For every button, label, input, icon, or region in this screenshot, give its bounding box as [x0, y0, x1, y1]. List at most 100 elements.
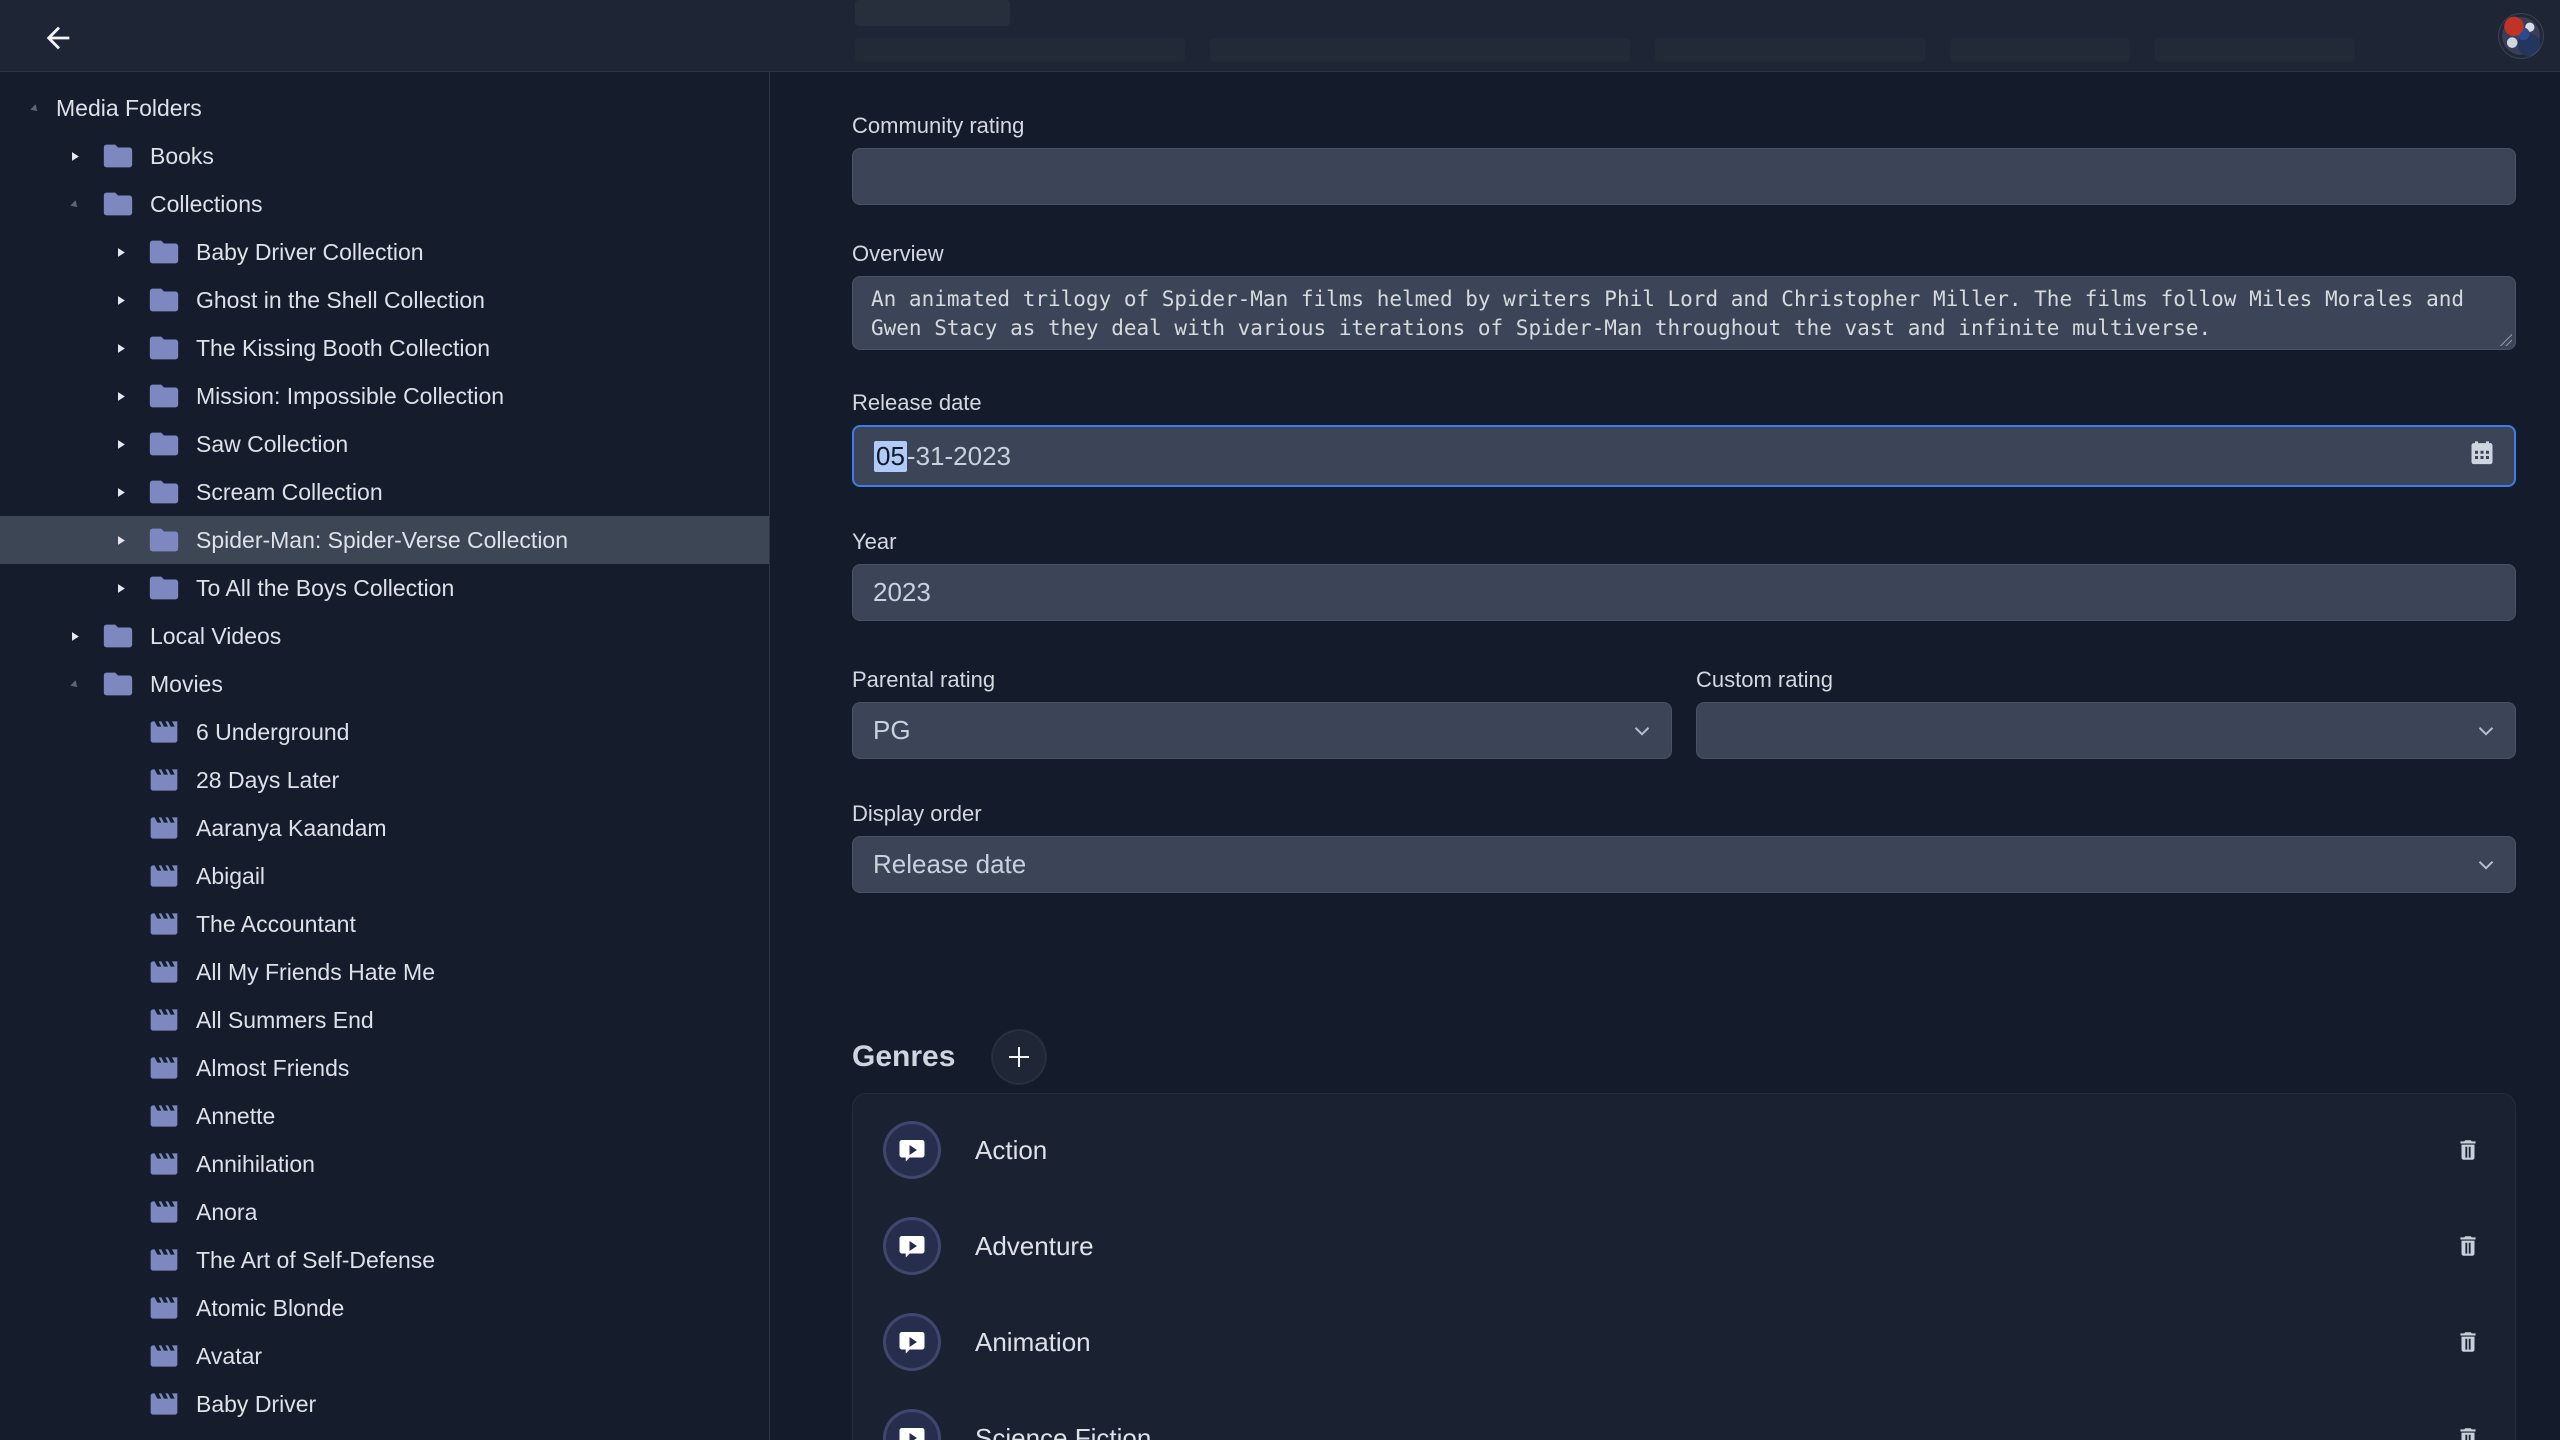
custom-rating-field: Custom rating	[1696, 667, 2516, 759]
tree-item[interactable]: Movies	[0, 660, 769, 708]
tree-item-label: 6 Underground	[196, 719, 349, 746]
tree-item[interactable]: Annette	[0, 1092, 769, 1140]
tree-item[interactable]: Baby Driver	[0, 1380, 769, 1428]
delete-genre-button[interactable]	[2455, 1135, 2481, 1165]
tree-item[interactable]: The Kissing Booth Collection	[0, 324, 769, 372]
ghost-scrolled-text	[1655, 38, 1925, 62]
tree-item[interactable]: To All the Boys Collection	[0, 564, 769, 612]
tree-item[interactable]: Collections	[0, 180, 769, 228]
tree-item-label: Local Videos	[150, 623, 281, 650]
genre-list-item[interactable]: Action	[883, 1102, 2481, 1198]
folder-icon	[146, 522, 182, 558]
movie-icon	[146, 714, 182, 750]
ghost-scrolled-text	[1950, 38, 2130, 62]
genre-avatar	[883, 1121, 941, 1179]
overview-label: Overview	[852, 241, 2516, 267]
tree-item[interactable]: Annihilation	[0, 1140, 769, 1188]
user-avatar-button[interactable]	[2498, 13, 2544, 59]
tree-item[interactable]: Aaranya Kaandam	[0, 804, 769, 852]
tree-item[interactable]: Babyteeth	[0, 1428, 769, 1440]
expander-arrow-icon[interactable]	[106, 293, 134, 308]
parental-rating-select[interactable]: PG	[852, 702, 1672, 759]
movie-icon	[146, 762, 182, 798]
release-date-label: Release date	[852, 390, 2516, 416]
tree-item[interactable]: The Art of Self-Defense	[0, 1236, 769, 1284]
parental-rating-field: Parental rating PG	[852, 667, 1672, 759]
tree-item-label: The Art of Self-Defense	[196, 1247, 435, 1274]
community-rating-input[interactable]	[852, 148, 2516, 205]
tree-item[interactable]: Media Folders	[0, 84, 769, 132]
expander-arrow-icon[interactable]	[106, 533, 134, 548]
tree-item-label: Scream Collection	[196, 479, 383, 506]
genres-heading: Genres	[852, 1040, 955, 1074]
tree-item[interactable]: All Summers End	[0, 996, 769, 1044]
resize-grip-icon[interactable]	[2500, 334, 2512, 346]
tree-item-label: Avatar	[196, 1343, 262, 1370]
tree-item-label: Anora	[196, 1199, 257, 1226]
delete-genre-button[interactable]	[2455, 1231, 2481, 1261]
expander-arrow-icon[interactable]	[60, 149, 88, 164]
tree-item-label: Saw Collection	[196, 431, 348, 458]
custom-rating-label: Custom rating	[1696, 667, 2516, 693]
tree-item[interactable]: Abigail	[0, 852, 769, 900]
movie-icon	[146, 1098, 182, 1134]
expander-arrow-icon[interactable]	[106, 389, 134, 404]
calendar-icon[interactable]	[2468, 438, 2496, 475]
expander-arrow-icon[interactable]	[60, 198, 88, 211]
tree-item[interactable]: Scream Collection	[0, 468, 769, 516]
tree-item[interactable]: Atomic Blonde	[0, 1284, 769, 1332]
community-rating-field: Community rating	[852, 113, 2516, 205]
genre-list-item[interactable]: Adventure	[883, 1198, 2481, 1294]
tree-item-label: Ghost in the Shell Collection	[196, 287, 485, 314]
tree-item-label: The Kissing Booth Collection	[196, 335, 490, 362]
tree-item[interactable]: Avatar	[0, 1332, 769, 1380]
tree-item[interactable]: Saw Collection	[0, 420, 769, 468]
genre-list-item[interactable]: Science Fiction	[883, 1390, 2481, 1440]
expander-arrow-icon[interactable]	[60, 629, 88, 644]
community-rating-label: Community rating	[852, 113, 2516, 139]
ghost-scrolled-text	[1210, 38, 1630, 62]
tree-item[interactable]: Local Videos	[0, 612, 769, 660]
ghost-scrolled-label	[855, 0, 1010, 26]
genre-list-item[interactable]: Animation	[883, 1294, 2481, 1390]
tree-item[interactable]: Books	[0, 132, 769, 180]
release-date-field: Release date 05-31-2023	[852, 390, 2516, 487]
tree-item[interactable]: Almost Friends	[0, 1044, 769, 1092]
tree-item[interactable]: Anora	[0, 1188, 769, 1236]
custom-rating-select[interactable]	[1696, 702, 2516, 759]
expander-arrow-icon[interactable]	[106, 485, 134, 500]
genre-avatar	[883, 1409, 941, 1440]
tree-item-label: Collections	[150, 191, 263, 218]
expander-arrow-icon[interactable]	[106, 437, 134, 452]
expander-arrow-icon[interactable]	[106, 341, 134, 356]
folder-icon	[146, 474, 182, 510]
display-order-select[interactable]: Release date	[852, 836, 2516, 893]
tree-item[interactable]: The Accountant	[0, 900, 769, 948]
delete-genre-button[interactable]	[2455, 1423, 2481, 1440]
back-button[interactable]	[36, 16, 80, 60]
tree-item[interactable]: Ghost in the Shell Collection	[0, 276, 769, 324]
genre-label: Animation	[975, 1327, 1091, 1358]
tree-item[interactable]: 28 Days Later	[0, 756, 769, 804]
chevron-down-icon	[2473, 718, 2499, 744]
tree-item[interactable]: Mission: Impossible Collection	[0, 372, 769, 420]
expander-arrow-icon[interactable]	[106, 245, 134, 260]
expander-arrow-icon[interactable]	[106, 581, 134, 596]
expander-arrow-icon[interactable]	[60, 678, 88, 691]
folder-icon	[146, 570, 182, 606]
tree-item[interactable]: Baby Driver Collection	[0, 228, 769, 276]
tree-item[interactable]: Spider-Man: Spider-Verse Collection	[0, 516, 769, 564]
tree-item[interactable]: All My Friends Hate Me	[0, 948, 769, 996]
release-date-input[interactable]: 05-31-2023	[852, 425, 2516, 487]
expander-arrow-icon[interactable]	[20, 102, 48, 115]
delete-genre-button[interactable]	[2455, 1327, 2481, 1357]
tree-item-label: Mission: Impossible Collection	[196, 383, 504, 410]
movie-icon	[146, 954, 182, 990]
overview-textarea[interactable]: An animated trilogy of Spider-Man films …	[852, 276, 2516, 350]
app-top-bar	[0, 0, 2560, 72]
year-input[interactable]: 2023	[852, 564, 2516, 621]
tree-item[interactable]: 6 Underground	[0, 708, 769, 756]
add-genre-button[interactable]	[991, 1029, 1047, 1085]
folder-icon	[146, 426, 182, 462]
display-order-label: Display order	[852, 801, 2516, 827]
